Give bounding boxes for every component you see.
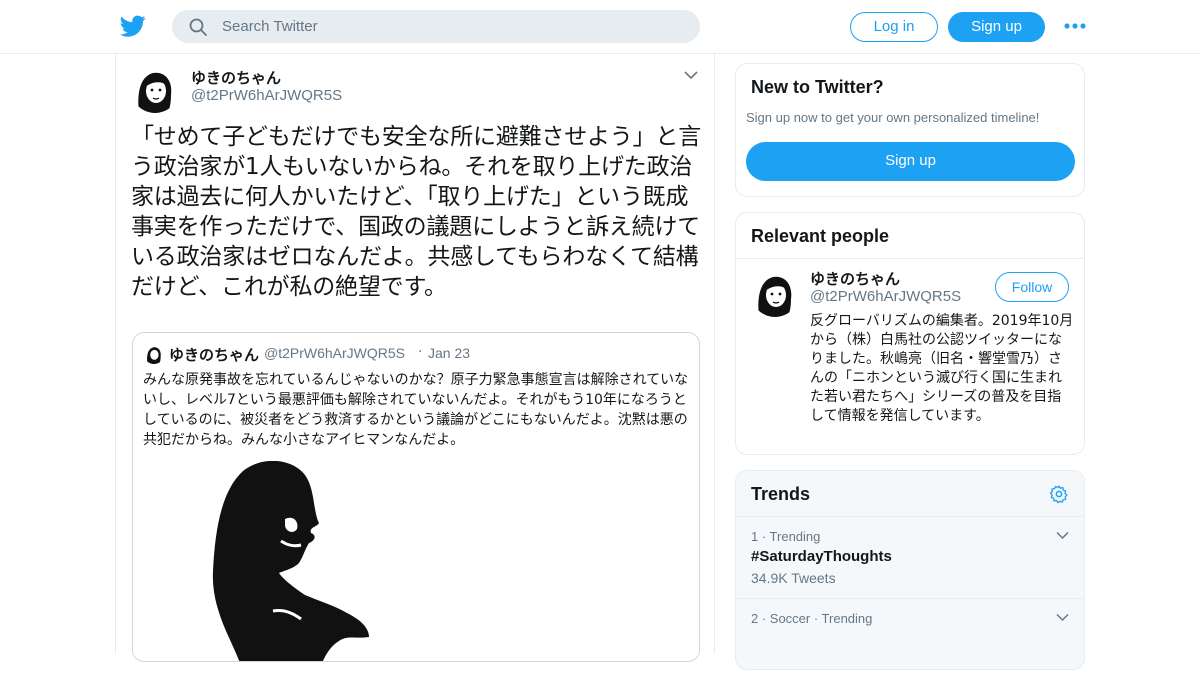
relevant-people-card: Relevant people ゆきのちゃん @t2PrW6hArJWQR5S … xyxy=(735,212,1085,455)
card-title: Trends xyxy=(751,484,811,504)
search-box xyxy=(172,10,700,43)
quoted-tweet-image xyxy=(133,460,699,661)
avatar-illustration xyxy=(131,65,179,113)
quoted-author-avatar xyxy=(144,344,164,364)
chevron-down-icon[interactable] xyxy=(684,70,698,80)
trend-name[interactable]: #SaturdayThoughts xyxy=(751,548,892,565)
card-title: New to Twitter? xyxy=(751,77,884,97)
person-handle[interactable]: @t2PrW6hArJWQR5S xyxy=(810,288,961,305)
signup-button[interactable]: Sign up xyxy=(948,12,1045,42)
chevron-down-icon[interactable] xyxy=(1056,531,1069,540)
divider xyxy=(736,258,1084,259)
author-handle[interactable]: @t2PrW6hArJWQR5S xyxy=(191,87,342,104)
author-avatar[interactable] xyxy=(131,65,179,113)
quoted-tweet-date: Jan 23 xyxy=(428,345,471,361)
sidebar-signup-button[interactable]: Sign up xyxy=(746,142,1075,181)
search-input[interactable] xyxy=(222,10,682,43)
top-navigation-bar: Log in Sign up xyxy=(0,0,1200,54)
person-name[interactable]: ゆきのちゃん xyxy=(810,268,900,289)
new-to-twitter-card: New to Twitter? Sign up now to get your … xyxy=(735,63,1085,197)
tweet-text: 「せめて子どもだけでも安全な所に避難させよう」と言う政治家が1人もいないからね。… xyxy=(131,124,701,300)
person-avatar[interactable] xyxy=(751,269,799,317)
more-options-icon[interactable] xyxy=(1064,18,1086,34)
trends-card: Trends 1 · Trending #SaturdayThoughts 34… xyxy=(735,470,1085,670)
chevron-down-icon[interactable] xyxy=(1056,613,1069,622)
tweet-detail-column: ゆきのちゃん @t2PrW6hArJWQR5S 「せめて子どもだけでも安全な所に… xyxy=(115,54,715,662)
quoted-author-name: ゆきのちゃん xyxy=(169,346,260,364)
author-name[interactable]: ゆきのちゃん xyxy=(191,67,281,88)
avatar-illustration xyxy=(751,269,799,317)
follow-button[interactable]: Follow xyxy=(995,272,1069,302)
quoted-tweet-text: みんな原発事故を忘れているんじゃないのかな？原子力緊急事態宣言は解除されていない… xyxy=(143,372,689,448)
trend-tweet-count: 34.9K Tweets xyxy=(751,570,836,586)
quoted-tweet[interactable]: ゆきのちゃん @t2PrW6hArJWQR5S · Jan 23 みんな原発事故… xyxy=(132,332,700,662)
person-bio: 反グローバリズムの編集者。2019年10月から（株）白馬社の公認ツイッターになり… xyxy=(810,313,1074,424)
avatar-illustration xyxy=(144,344,164,364)
silhouette-illustration xyxy=(212,460,369,661)
trend-meta: 1 · Trending xyxy=(751,529,821,544)
card-subtitle: Sign up now to get your own personalized… xyxy=(746,110,1040,125)
search-icon xyxy=(189,18,207,36)
quoted-author-handle: @t2PrW6hArJWQR5S xyxy=(264,345,406,361)
trend-item[interactable]: 1 · Trending #SaturdayThoughts 34.9K Twe… xyxy=(736,517,1084,599)
gear-icon[interactable] xyxy=(1049,484,1069,504)
card-title: Relevant people xyxy=(751,226,890,246)
trend-meta: 2 · Soccer · Trending xyxy=(751,611,873,626)
login-button[interactable]: Log in xyxy=(850,12,938,42)
twitter-bird-icon[interactable] xyxy=(120,13,146,39)
meta-separator: · xyxy=(418,344,423,360)
trend-item[interactable]: 2 · Soccer · Trending xyxy=(736,599,1084,681)
